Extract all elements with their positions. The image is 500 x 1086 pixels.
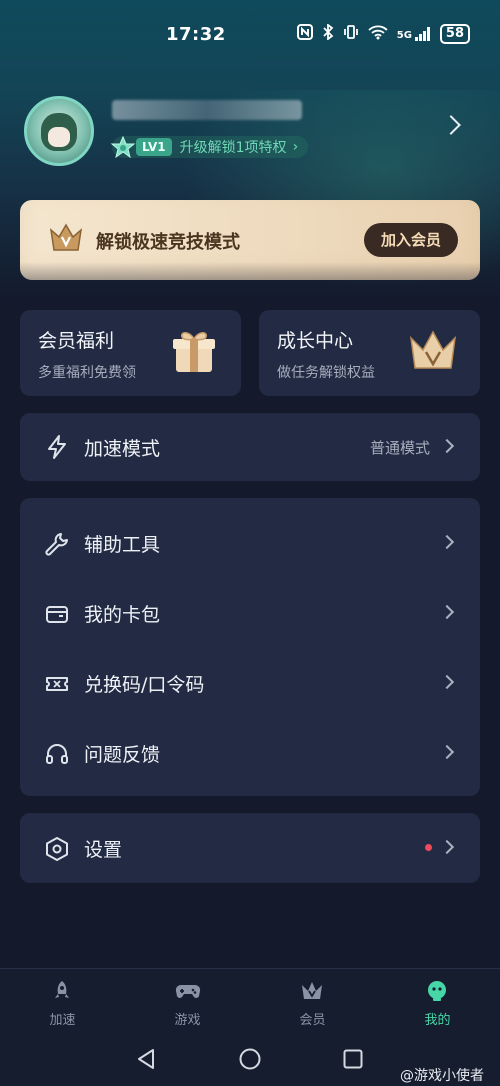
chevron-right-icon[interactable]	[441, 115, 461, 135]
tab-accelerate[interactable]: 加速	[0, 969, 125, 1035]
gamepad-icon	[175, 979, 201, 1003]
menu-item-wallet[interactable]: 我的卡包	[20, 578, 480, 648]
wallet-icon	[44, 601, 70, 627]
username-blurred	[112, 100, 302, 120]
card-title: 会员福利	[38, 330, 115, 352]
menu-item-redeem-code[interactable]: 兑换码/口令码	[20, 648, 480, 718]
join-vip-button[interactable]: 加入会员	[364, 223, 458, 257]
vibrate-icon	[343, 24, 359, 44]
menu-item-tools[interactable]: 辅助工具	[20, 508, 480, 578]
chevron-right-icon	[439, 534, 455, 550]
robot-face-icon	[425, 979, 449, 1003]
bottom-tab-bar: 加速 游戏 会员 我的	[0, 968, 500, 1034]
growth-center-card[interactable]: 成长中心 做任务解锁权益	[259, 310, 480, 396]
card-subtitle: 做任务解锁权益	[277, 365, 375, 381]
speed-mode-value: 普通模式	[369, 439, 430, 457]
watermark: @游戏小使者	[400, 1068, 484, 1084]
chevron-right-icon	[439, 438, 455, 454]
tab-label: 会员	[299, 1013, 326, 1028]
menu-item-label: 问题反馈	[84, 744, 161, 766]
tab-games[interactable]: 游戏	[125, 969, 250, 1035]
speed-mode-label: 加速模式	[84, 438, 161, 460]
wrench-icon	[44, 531, 70, 557]
status-time: 17:32	[166, 24, 226, 45]
level-upgrade-pill[interactable]: LV1 升级解锁1项特权 ›	[110, 135, 309, 159]
tab-label: 我的	[424, 1013, 451, 1028]
back-icon[interactable]	[136, 1048, 156, 1074]
settings-row[interactable]: 设置	[20, 813, 480, 883]
card-title: 成长中心	[277, 330, 354, 352]
chevron-right-icon	[439, 839, 455, 855]
tools-menu-card: 辅助工具 我的卡包 兑换码/口令码 问题反馈	[20, 498, 480, 796]
menu-item-label: 辅助工具	[84, 534, 161, 556]
tab-label: 游戏	[174, 1013, 201, 1028]
status-bar: 17:32 5G 58	[0, 18, 500, 52]
level-prompt: 升级解锁1项特权	[179, 140, 287, 156]
menu-item-label: 兑换码/口令码	[84, 674, 205, 696]
avatar[interactable]	[24, 96, 94, 166]
chevron-right-icon	[439, 604, 455, 620]
gift-icon	[170, 328, 218, 380]
hexagon-gear-icon	[44, 836, 70, 862]
home-icon[interactable]	[239, 1048, 261, 1074]
speed-mode-card[interactable]: 加速模式 普通模式	[20, 413, 480, 481]
avatar-character-image	[41, 113, 77, 151]
crown-icon	[407, 328, 459, 378]
menu-item-label: 我的卡包	[84, 604, 161, 626]
level-star-icon	[110, 135, 136, 159]
bluetooth-icon	[322, 23, 334, 44]
cellular-signal-icon: 5G	[397, 27, 431, 41]
tab-mine[interactable]: 我的	[375, 969, 500, 1035]
crown-icon	[300, 979, 324, 1003]
tab-label: 加速	[49, 1013, 76, 1028]
vip-banner[interactable]: 解锁极速竞技模式 加入会员	[20, 200, 480, 280]
battery-indicator: 58	[439, 24, 470, 44]
settings-label: 设置	[84, 839, 123, 861]
tab-membership[interactable]: 会员	[250, 969, 375, 1035]
status-icons: 5G 58	[296, 23, 470, 44]
crown-icon	[48, 222, 84, 258]
settings-card[interactable]: 设置	[20, 813, 480, 883]
level-chevron-icon: ›	[292, 139, 299, 155]
nfc-icon	[296, 24, 313, 44]
notification-dot	[425, 844, 432, 851]
rocket-icon	[50, 979, 74, 1003]
chevron-right-icon	[439, 674, 455, 690]
level-badge: LV1	[136, 138, 172, 156]
menu-item-feedback[interactable]: 问题反馈	[20, 718, 480, 788]
profile-header[interactable]: LV1 升级解锁1项特权 ›	[24, 96, 476, 168]
chevron-right-icon	[439, 744, 455, 760]
network-type: 5G	[396, 30, 412, 41]
member-benefits-card[interactable]: 会员福利 多重福利免费领	[20, 310, 241, 396]
vip-banner-title: 解锁极速竞技模式	[96, 232, 240, 253]
card-subtitle: 多重福利免费领	[38, 365, 136, 381]
wifi-icon	[368, 24, 388, 44]
recents-icon[interactable]	[343, 1049, 363, 1073]
lightning-icon	[44, 434, 70, 460]
speed-mode-row[interactable]: 加速模式 普通模式	[20, 413, 480, 481]
headset-icon	[44, 741, 70, 767]
ticket-icon	[44, 671, 70, 697]
